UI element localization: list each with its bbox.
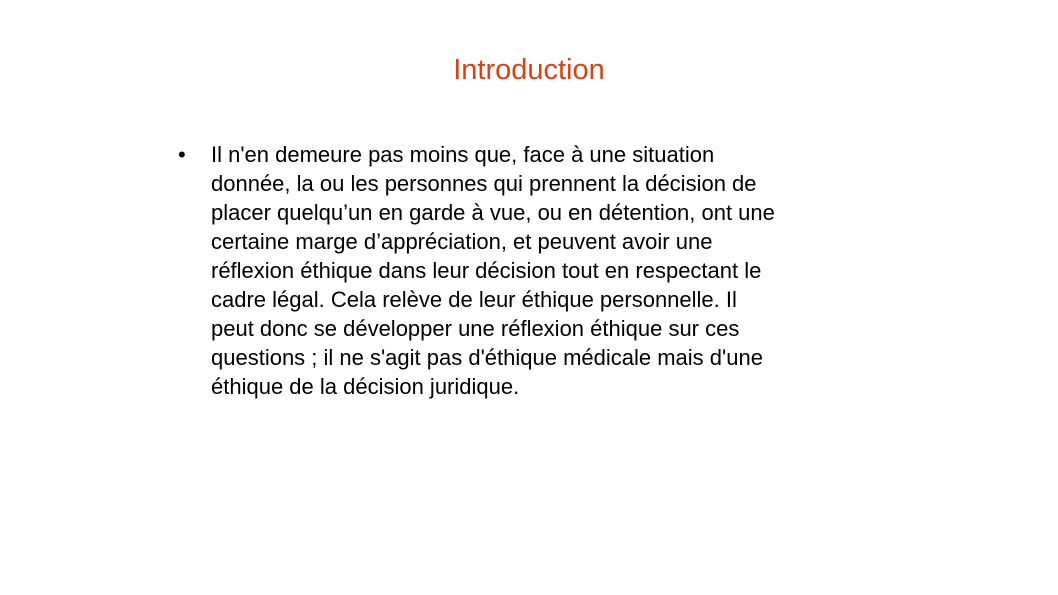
- slide-title: Introduction: [453, 54, 605, 86]
- bullet-marker: •: [178, 142, 186, 167]
- slide-body: • Il n'en demeure pas moins que, face à …: [178, 140, 878, 401]
- bullet-text: Il n'en demeure pas moins que, face à un…: [211, 142, 775, 399]
- bullet-item: • Il n'en demeure pas moins que, face à …: [178, 140, 878, 401]
- slide: Introduction • Il n'en demeure pas moins…: [0, 0, 1058, 595]
